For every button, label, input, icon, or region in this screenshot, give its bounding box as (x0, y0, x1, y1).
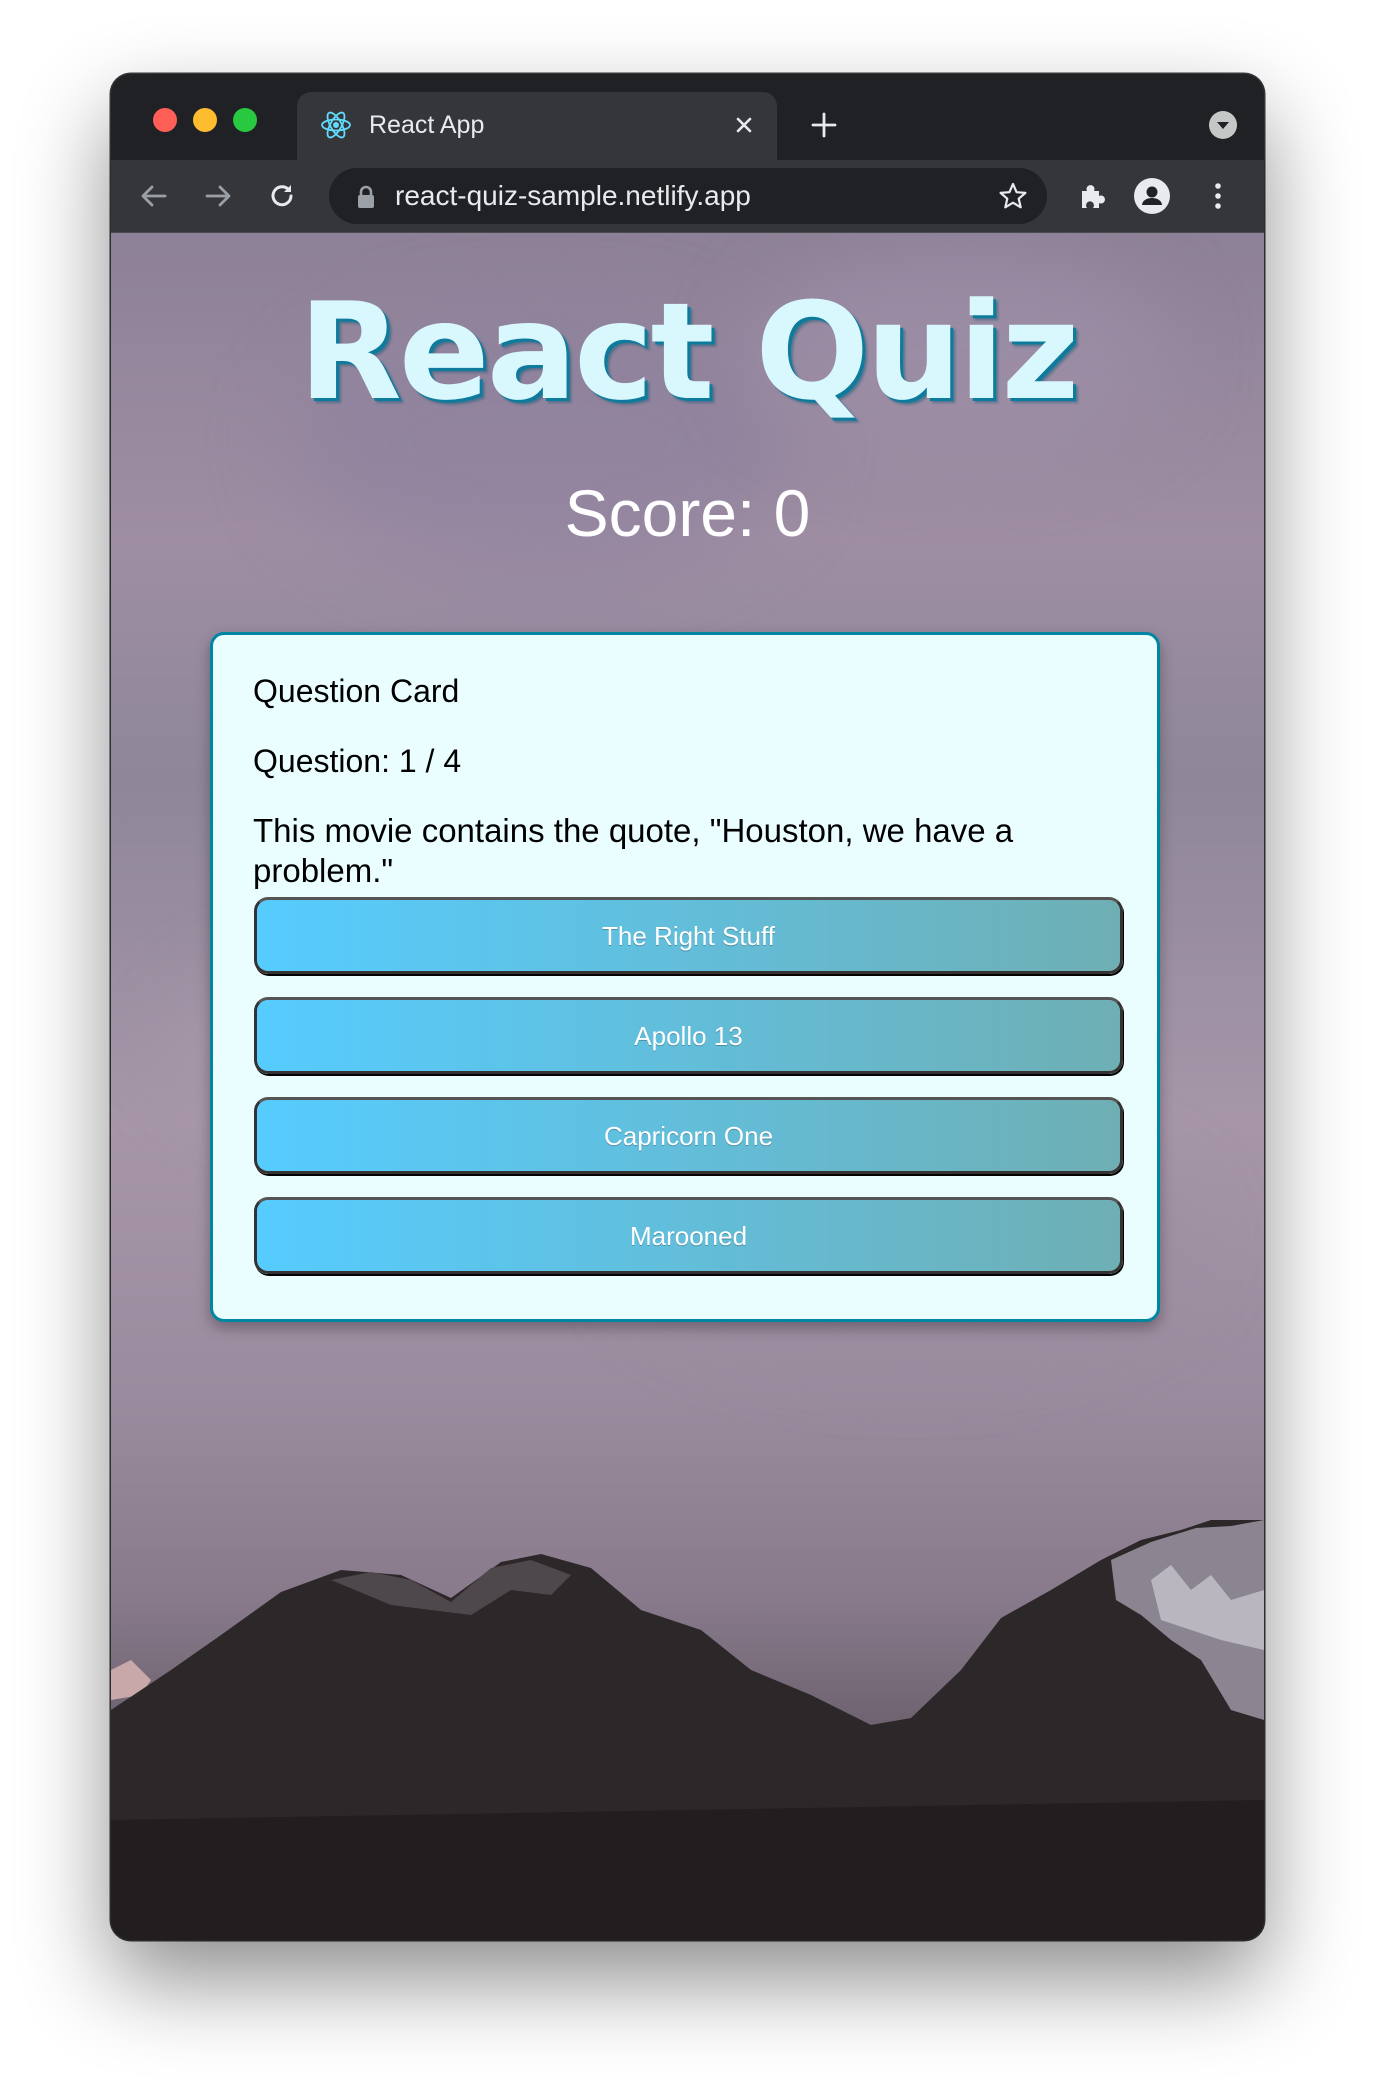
page-title: React Quiz (298, 274, 1080, 430)
tab-search-icon[interactable] (1208, 110, 1238, 140)
answer-button-1[interactable]: The Right Stuff (254, 897, 1123, 974)
tab-strip: React App (111, 74, 1264, 160)
mountain-silhouette (111, 1520, 1264, 1940)
address-bar[interactable]: react-quiz-sample.netlify.app (329, 168, 1047, 224)
score-display: Score: 0 (564, 476, 811, 550)
plus-icon[interactable] (807, 108, 841, 142)
close-icon[interactable] (727, 108, 761, 142)
arrow-left-icon[interactable] (135, 177, 173, 215)
puzzle-icon[interactable] (1073, 177, 1111, 215)
react-logo-icon (321, 111, 351, 139)
question-card: Question Card Question: 1 / 4 This movie… (210, 632, 1160, 1322)
star-icon[interactable] (997, 180, 1029, 212)
answer-button-2[interactable]: Apollo 13 (254, 997, 1123, 1074)
url-text[interactable]: react-quiz-sample.netlify.app (395, 180, 751, 212)
arrow-right-icon[interactable] (199, 177, 237, 215)
answer-button-3[interactable]: Capricorn One (254, 1097, 1123, 1174)
minimize-window-button[interactable] (193, 108, 217, 132)
page-viewport: React Quiz Score: 0 Question Card Questi… (111, 233, 1264, 1940)
reload-icon[interactable] (263, 177, 301, 215)
browser-toolbar: react-quiz-sample.netlify.app (111, 160, 1264, 233)
lock-icon[interactable] (355, 184, 377, 210)
question-text: This movie contains the quote, "Houston,… (253, 812, 1014, 889)
close-window-button[interactable] (153, 108, 177, 132)
card-heading: Question Card (253, 673, 460, 709)
answer-button-4[interactable]: Marooned (254, 1197, 1123, 1274)
tab-title: React App (369, 111, 485, 139)
browser-window: React App react-quiz-sample.netlify.app … (111, 74, 1264, 1940)
question-counter: Question: 1 / 4 (253, 743, 462, 779)
maximize-window-button[interactable] (233, 108, 257, 132)
person-icon[interactable] (1133, 177, 1171, 215)
tab-react-app[interactable]: React App (297, 92, 777, 160)
kebab-menu-icon[interactable] (1199, 177, 1237, 215)
